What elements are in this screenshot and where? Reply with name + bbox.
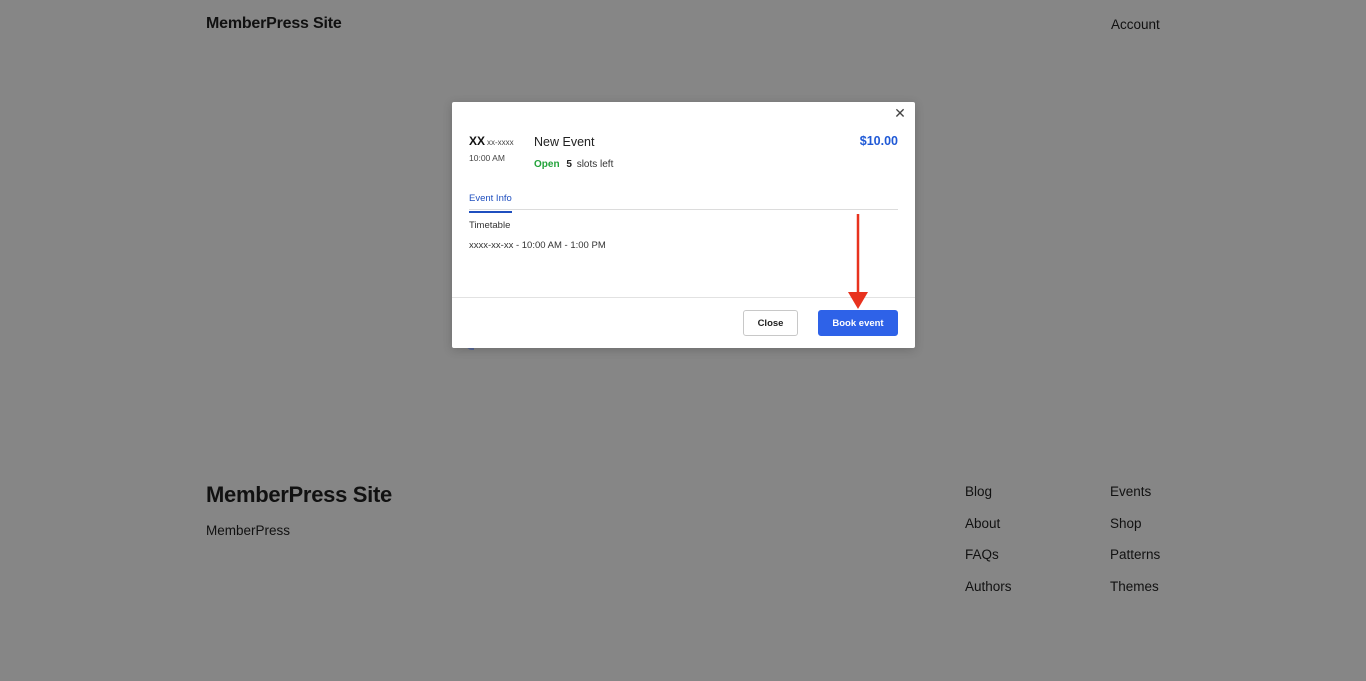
event-date-rest: xx-xxxx [487, 138, 514, 147]
site-title[interactable]: MemberPress Site [206, 15, 342, 33]
footer-link-faqs[interactable]: FAQs [965, 547, 1012, 579]
footer-link-blog[interactable]: Blog [965, 484, 1012, 516]
footer-nav-column-2: Events Shop Patterns Themes [1110, 484, 1160, 610]
footer-link-patterns[interactable]: Patterns [1110, 547, 1160, 579]
modal-tabs: Event Info [469, 188, 898, 213]
footer-link-shop[interactable]: Shop [1110, 516, 1160, 548]
timetable-value: xxxx-xx-xx - 10:00 AM - 1:00 PM [469, 240, 606, 251]
footer-link-about[interactable]: About [965, 516, 1012, 548]
slots-label: slots left [576, 159, 614, 170]
event-date: XX xx-xxxx 10:00 AM [469, 132, 514, 163]
event-time: 10:00 AM [469, 153, 505, 163]
timetable-label: Timetable [469, 220, 511, 231]
event-title: New Event [534, 135, 595, 149]
close-icon[interactable]: ✕ [893, 106, 907, 120]
footer-link-themes[interactable]: Themes [1110, 579, 1160, 611]
footer-nav-column-1: Blog About FAQs Authors [965, 484, 1012, 610]
account-link[interactable]: Account [1111, 17, 1160, 32]
status-badge: Open [534, 159, 560, 170]
tab-event-info[interactable]: Event Info [469, 191, 512, 213]
event-date-day: XX [469, 134, 486, 148]
footer-site-title[interactable]: MemberPress Site [206, 482, 392, 508]
close-button[interactable]: Close [743, 310, 798, 336]
footer-link-authors[interactable]: Authors [965, 579, 1012, 611]
page: MemberPress Site Account MemberPress Sit… [0, 0, 1366, 681]
event-status: Open 5 slots left [534, 159, 613, 170]
book-event-button[interactable]: Book event [818, 310, 898, 336]
footer-tagline: MemberPress [206, 523, 291, 538]
event-price: $10.00 [859, 134, 898, 148]
slots-count: 5 [566, 159, 572, 170]
annotation-arrow-icon [848, 214, 868, 309]
footer-link-events[interactable]: Events [1110, 484, 1160, 516]
